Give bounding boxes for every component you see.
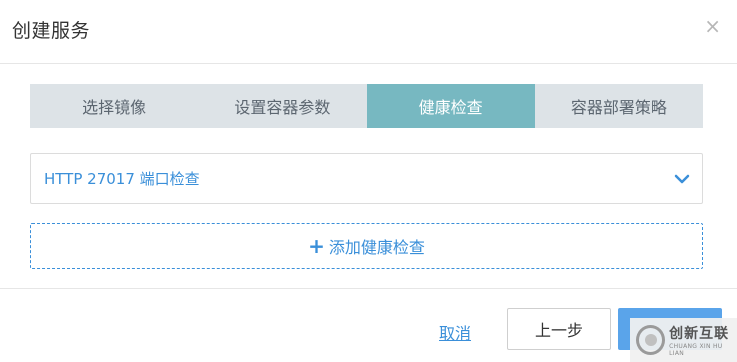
chevron-down-icon[interactable] xyxy=(674,174,690,184)
watermark-text: 创新互联 CHUANG XIN HU LIAN xyxy=(669,323,737,357)
step-select-image[interactable]: 选择镜像 xyxy=(30,84,198,128)
previous-step-button[interactable]: 上一步 xyxy=(507,308,611,350)
step-health-check[interactable]: 健康检查 xyxy=(366,84,535,128)
step-deploy-strategy[interactable]: 容器部署策略 xyxy=(535,84,703,128)
dialog-header: 创建服务 × xyxy=(0,0,737,64)
dialog-footer: 取消 上一步 xyxy=(0,288,737,362)
cancel-link[interactable]: 取消 xyxy=(439,320,471,344)
health-check-select[interactable]: HTTP 27017 端口检查 xyxy=(30,153,703,204)
close-icon[interactable]: × xyxy=(704,14,721,38)
plus-icon: + xyxy=(308,234,325,258)
watermark-sub-text: CHUANG XIN HU LIAN xyxy=(669,343,723,357)
step-container-params[interactable]: 设置容器参数 xyxy=(198,84,366,128)
watermark: 创新互联 CHUANG XIN HU LIAN xyxy=(630,318,737,362)
dialog-title: 创建服务 xyxy=(12,20,91,42)
step-tabs: 选择镜像 设置容器参数 健康检查 容器部署策略 xyxy=(30,84,703,128)
watermark-main-text: 创新互联 xyxy=(669,326,730,342)
health-check-select-value: HTTP 27017 端口检查 xyxy=(44,170,200,188)
add-health-check-button[interactable]: + 添加健康检查 xyxy=(30,223,703,269)
add-health-check-label: 添加健康检查 xyxy=(328,238,425,257)
watermark-logo-icon xyxy=(636,325,666,355)
